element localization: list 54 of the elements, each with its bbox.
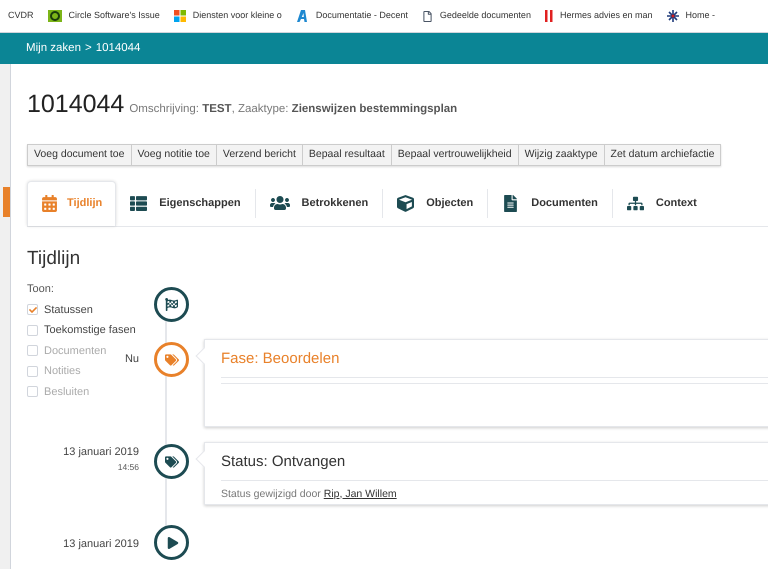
breadcrumb-separator: > bbox=[84, 40, 92, 56]
action-button[interactable]: Voeg document toe bbox=[27, 144, 132, 166]
users-icon bbox=[270, 193, 290, 213]
action-button[interactable]: Voeg notitie toe bbox=[130, 144, 217, 166]
tags-icon bbox=[164, 454, 178, 468]
action-button[interactable]: Verzend bericht bbox=[216, 144, 303, 166]
page-icon bbox=[422, 10, 433, 22]
action-button[interactable]: Bepaal vertrouwelijkheid bbox=[390, 144, 519, 166]
bookmark-link[interactable]: Circle Software's Issue bbox=[48, 9, 160, 23]
check-icon bbox=[28, 306, 36, 314]
tags-icon bbox=[164, 352, 178, 366]
four-squares-icon bbox=[174, 10, 186, 22]
user-link[interactable]: Rip, Jan Willem bbox=[324, 488, 397, 500]
list-icon bbox=[130, 194, 148, 212]
a-letter-logo-icon bbox=[296, 10, 309, 22]
event-date: 13 januari 2019 bbox=[63, 445, 139, 460]
filter-checkbox[interactable]: Toekomstige fasen bbox=[27, 322, 136, 338]
filter-label: Toon: bbox=[27, 282, 54, 297]
tab[interactable]: Eigenschappen bbox=[116, 180, 255, 226]
case-number: 1014044 bbox=[27, 89, 124, 120]
card-title: Fase: Beoordelen bbox=[221, 340, 768, 378]
cube-icon bbox=[397, 194, 414, 212]
case-summary: Omschrijving: TEST, Zaaktype: Zienswijzen bestemmingsplan bbox=[129, 102, 458, 117]
tab[interactable]: Documenten bbox=[488, 180, 612, 226]
active-marker bbox=[3, 187, 10, 217]
flag-icon bbox=[165, 298, 178, 311]
bookmark-link[interactable]: Diensten voor kleine o bbox=[174, 9, 282, 23]
bookmark-link[interactable]: Documentatie - Decent bbox=[296, 9, 408, 23]
document-icon bbox=[502, 194, 520, 212]
event-date: Nu bbox=[124, 352, 139, 367]
event-date: 13 januari 2019 bbox=[63, 537, 139, 552]
sitemap-icon bbox=[626, 194, 644, 212]
calendar-icon bbox=[41, 195, 58, 212]
card-title: Status: Ontvangen bbox=[221, 443, 768, 480]
action-button[interactable]: Wijzig zaaktype bbox=[518, 144, 605, 166]
tab[interactable]: Betrokkenen bbox=[256, 180, 382, 226]
action-button[interactable]: Bepaal resultaat bbox=[302, 144, 392, 166]
event-time: 14:56 bbox=[118, 460, 139, 474]
section-title: Tijdlijn bbox=[27, 246, 80, 270]
tab[interactable]: Objecten bbox=[383, 180, 488, 226]
breadcrumb-link[interactable]: Mijn zaken bbox=[26, 40, 81, 58]
filter-checkbox[interactable]: Statussen bbox=[27, 302, 93, 318]
bookmark-link[interactable]: Hermes advies en man bbox=[544, 9, 652, 23]
bookmark-link[interactable]: CVDR bbox=[8, 9, 34, 23]
circle-logo-icon bbox=[48, 10, 62, 22]
action-button[interactable]: Zet datum archiefactie bbox=[604, 144, 722, 166]
card-text: Status gewijzigd door Rip, Jan Willem bbox=[221, 486, 398, 502]
breadcrumb-link[interactable]: 1014044 bbox=[96, 40, 140, 58]
cross-star-icon bbox=[666, 10, 678, 22]
bars-icon bbox=[544, 10, 553, 22]
bookmark-link[interactable]: Gedeelde documenten bbox=[422, 9, 531, 23]
tab[interactable]: Context bbox=[612, 180, 711, 226]
bookmark-link[interactable]: Home - bbox=[666, 9, 716, 23]
play-icon bbox=[166, 536, 178, 548]
